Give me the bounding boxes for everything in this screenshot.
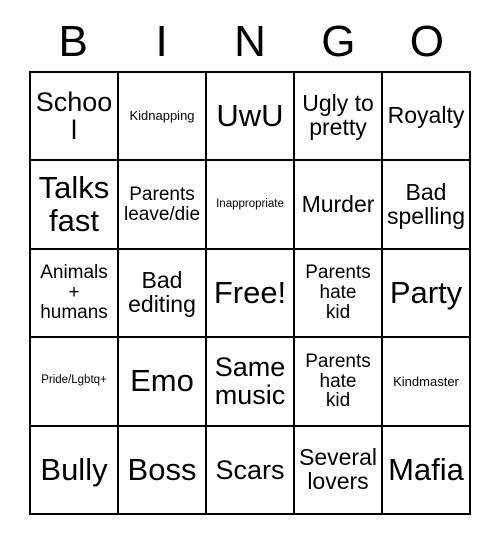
bingo-cell-b3[interactable]: Animals + humans (31, 249, 119, 339)
bingo-cell-o5[interactable]: Mafia (383, 426, 471, 515)
bingo-cell-g4[interactable]: Parents hate kid (295, 338, 383, 427)
bingo-cell-label: Bully (40, 451, 108, 487)
bingo-cell-i2[interactable]: Parents leave/die (119, 161, 207, 250)
bingo-header-row: B I N G O (29, 16, 471, 68)
bingo-cell-label: Kindmaster (393, 373, 459, 389)
bingo-cell-o2[interactable]: Bad spelling (383, 161, 471, 250)
bingo-cell-i3[interactable]: Bad editing (119, 249, 207, 339)
bingo-cell-label: Bad spelling (387, 178, 465, 229)
bingo-cell-label: Emo (130, 363, 194, 399)
bingo-header-letter-o: O (409, 17, 444, 66)
bingo-cell-label: Ugly to pretty (302, 90, 374, 141)
bingo-cell-b5[interactable]: Bully (31, 426, 119, 515)
bingo-cell-n5[interactable]: Scars (207, 426, 295, 515)
bingo-cell-b1[interactable]: School (31, 73, 119, 162)
bingo-cell-o4[interactable]: Kindmaster (383, 338, 471, 427)
bingo-cell-label: Kidnapping (129, 108, 195, 124)
bingo-cell-g3[interactable]: Parents hate kid (295, 249, 383, 339)
bingo-card: B I N G O School Kidnapping UwU Ugly to … (0, 0, 500, 544)
bingo-cell-label: Mafia (388, 451, 464, 487)
bingo-cell-label: UwU (216, 98, 284, 134)
bingo-grid: School Kidnapping UwU Ugly to pretty Roy… (29, 71, 471, 515)
bingo-cell-g1[interactable]: Ugly to pretty (295, 73, 383, 162)
bingo-cell-label: Pride/Lgbtq+ (41, 374, 107, 387)
bingo-cell-label: Several lovers (299, 443, 377, 494)
bingo-cell-label: Parents hate kid (305, 350, 371, 412)
bingo-cell-i4[interactable]: Emo (119, 338, 207, 427)
bingo-cell-label: Bad editing (128, 267, 196, 317)
bingo-cell-i5[interactable]: Boss (119, 426, 207, 515)
bingo-cell-b4[interactable]: Pride/Lgbtq+ (31, 338, 119, 427)
bingo-header-letter-n: N (234, 17, 266, 66)
bingo-cell-i1[interactable]: Kidnapping (119, 73, 207, 162)
bingo-cell-label: Animals + humans (40, 262, 108, 323)
bingo-cell-n4[interactable]: Same music (207, 338, 295, 427)
bingo-cell-label: Murder (301, 190, 375, 217)
bingo-cell-n1[interactable]: UwU (207, 73, 295, 162)
bingo-cell-n2[interactable]: Inappropriate (207, 161, 295, 250)
bingo-cell-b2[interactable]: Talks fast (31, 161, 119, 250)
bingo-cell-label: Free! (213, 274, 287, 310)
bingo-cell-label: Parents leave/die (123, 183, 201, 225)
bingo-cell-g2[interactable]: Murder (295, 161, 383, 250)
bingo-cell-o3[interactable]: Party (383, 249, 471, 339)
bingo-cell-label: Scars (215, 454, 285, 485)
bingo-cell-label: Talks fast (38, 170, 110, 238)
bingo-cell-label: Royalty (387, 102, 465, 129)
bingo-header-letter-i: I (155, 17, 168, 66)
bingo-header-letter-g: G (321, 17, 356, 66)
bingo-cell-free-space[interactable]: Free! (207, 249, 295, 339)
bingo-cell-label: School (35, 87, 113, 146)
bingo-header-letter-b: B (58, 17, 88, 66)
bingo-cell-label: Party (389, 274, 463, 310)
bingo-cell-g5[interactable]: Several lovers (295, 426, 383, 515)
bingo-cell-label: Boss (127, 451, 197, 487)
bingo-cell-label: Inappropriate (216, 197, 284, 210)
bingo-cell-label: Same music (214, 352, 286, 411)
bingo-cell-label: Parents hate kid (305, 262, 371, 323)
bingo-cell-o1[interactable]: Royalty (383, 73, 471, 162)
